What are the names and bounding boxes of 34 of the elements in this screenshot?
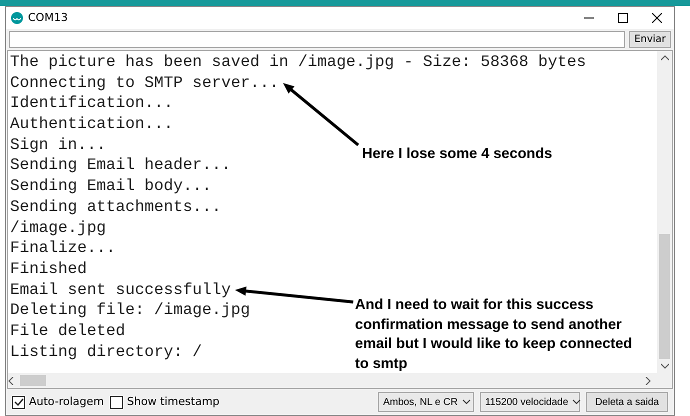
serial-output-line: Sending Email header... bbox=[10, 155, 231, 176]
horizontal-scrollbar-thumb[interactable] bbox=[20, 375, 46, 386]
serial-output-line: Identification... bbox=[10, 93, 174, 114]
window-title: COM13 bbox=[28, 10, 68, 26]
checkbox-label: Show timestamp bbox=[127, 394, 220, 410]
serial-output-line: Email sent successfully bbox=[10, 280, 231, 300]
send-field[interactable] bbox=[9, 31, 625, 48]
serial-output-line: Deleting file: /image.jpg bbox=[10, 300, 250, 321]
clear-output-button[interactable]: Deleta a saida bbox=[586, 392, 668, 412]
checkbox[interactable] bbox=[110, 396, 123, 408]
dropdown[interactable]: Ambos, NL e CR bbox=[378, 392, 474, 412]
annotation-note: Here I lose some 4 seconds bbox=[362, 145, 554, 164]
serial-output-line: Finished bbox=[10, 258, 87, 280]
serial-output-line: Sending Email body... bbox=[10, 176, 212, 197]
scroll-down-icon[interactable] bbox=[660, 363, 668, 369]
app-logo-icon bbox=[11, 12, 23, 24]
annotation-note: And I need to wait for this success confirmation message to send another email but I would like to keep connected to smtp bbox=[355, 296, 634, 374]
chevron-down-icon bbox=[572, 399, 582, 405]
chevron-down-icon bbox=[462, 399, 471, 405]
scroll-up-icon[interactable] bbox=[660, 55, 668, 61]
serial-output-line: Authentication... bbox=[10, 114, 174, 135]
checkbox[interactable] bbox=[12, 396, 25, 408]
serial-output-line: File deleted bbox=[10, 320, 126, 342]
serial-output-line: Connecting to SMTP server... bbox=[10, 72, 279, 94]
vertical-scrollbar-thumb[interactable] bbox=[659, 234, 670, 359]
serial-output-line: Finalize... bbox=[10, 238, 116, 259]
serial-output-line: Listing directory: / bbox=[10, 342, 202, 362]
serial-output-line: Sign in... bbox=[10, 134, 106, 156]
checkbox-label: Auto-rolagem bbox=[29, 394, 104, 410]
serial-output-line: /image.jpg bbox=[10, 218, 106, 238]
serial-output-line: The picture has been saved in /image.jpg - Size: 58368 bytes bbox=[10, 52, 586, 73]
serial-output-line: Sending attachments... bbox=[10, 196, 222, 218]
dropdown[interactable]: 115200 velocidade bbox=[480, 392, 580, 412]
send-button[interactable]: Enviar bbox=[629, 31, 671, 48]
